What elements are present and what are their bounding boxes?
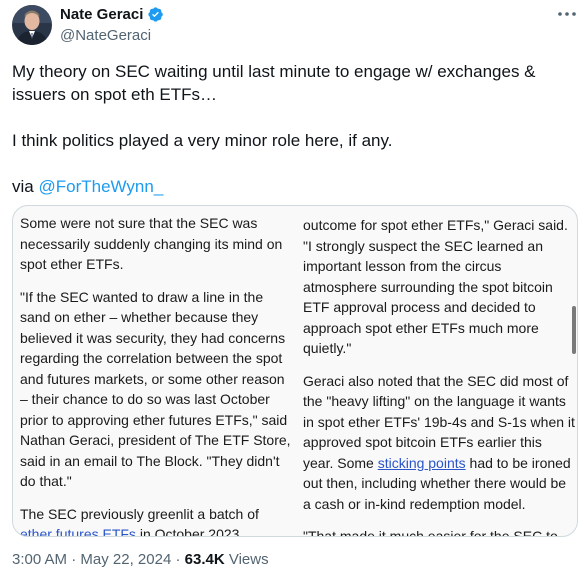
- tweet-text: My theory on SEC waiting until last minu…: [12, 60, 572, 198]
- tweet-line-2: I think politics played a very minor rol…: [12, 131, 393, 150]
- article-right-paragraph-3: "That made it much easier for the SEC to…: [303, 528, 558, 537]
- article-right-paragraph-1: outcome for spot ether ETFs," Geraci sai…: [303, 217, 568, 356]
- verified-badge-icon: [147, 6, 164, 23]
- article-left-column: Some were not sure that the SEC was nece…: [20, 213, 292, 537]
- tweet-via-line: via @ForTheWynn_: [12, 175, 572, 198]
- author-name[interactable]: Nate Geraci: [60, 6, 143, 23]
- sticking-points-link: sticking points: [377, 454, 466, 471]
- ether-futures-etfs-link: ether futures ETFs: [20, 526, 136, 537]
- more-options-icon[interactable]: [556, 4, 578, 24]
- tweet-time[interactable]: 3:00 AM: [12, 551, 67, 568]
- article-right-column: outcome for spot ether ETFs," Geraci sai…: [303, 215, 575, 537]
- article-scrollbar: [572, 306, 576, 354]
- article-left-p3-text: The SEC previously greenlit a batch of: [20, 505, 259, 522]
- article-left-paragraph-2: "If the SEC wanted to draw a line in the…: [20, 288, 291, 490]
- meta-separator: ·: [67, 551, 81, 568]
- tweet-line-1: My theory on SEC waiting until last minu…: [12, 62, 536, 104]
- avatar[interactable]: [12, 5, 52, 45]
- tweet-date[interactable]: May 22, 2024: [80, 551, 171, 568]
- article-left-paragraph-3: The SEC previously greenlit a batch of e…: [20, 504, 292, 537]
- article-left-paragraph-1: Some were not sure that the SEC was nece…: [20, 215, 283, 272]
- article-right-paragraph-2: Geraci also noted that the SEC did most …: [303, 371, 575, 515]
- tweet-meta: 3:00 AM · May 22, 2024 · 63.4K Views: [12, 551, 269, 568]
- meta-separator: ·: [171, 551, 185, 568]
- author-handle[interactable]: @NateGeraci: [60, 27, 151, 44]
- article-screenshot-image[interactable]: Some were not sure that the SEC was nece…: [12, 205, 578, 537]
- views-count: 63.4K: [184, 551, 225, 568]
- via-prefix: via: [12, 177, 39, 196]
- via-mention-link[interactable]: @ForTheWynn_: [38, 177, 163, 196]
- views-label: Views: [224, 551, 269, 568]
- author-name-row[interactable]: Nate Geraci: [60, 6, 164, 23]
